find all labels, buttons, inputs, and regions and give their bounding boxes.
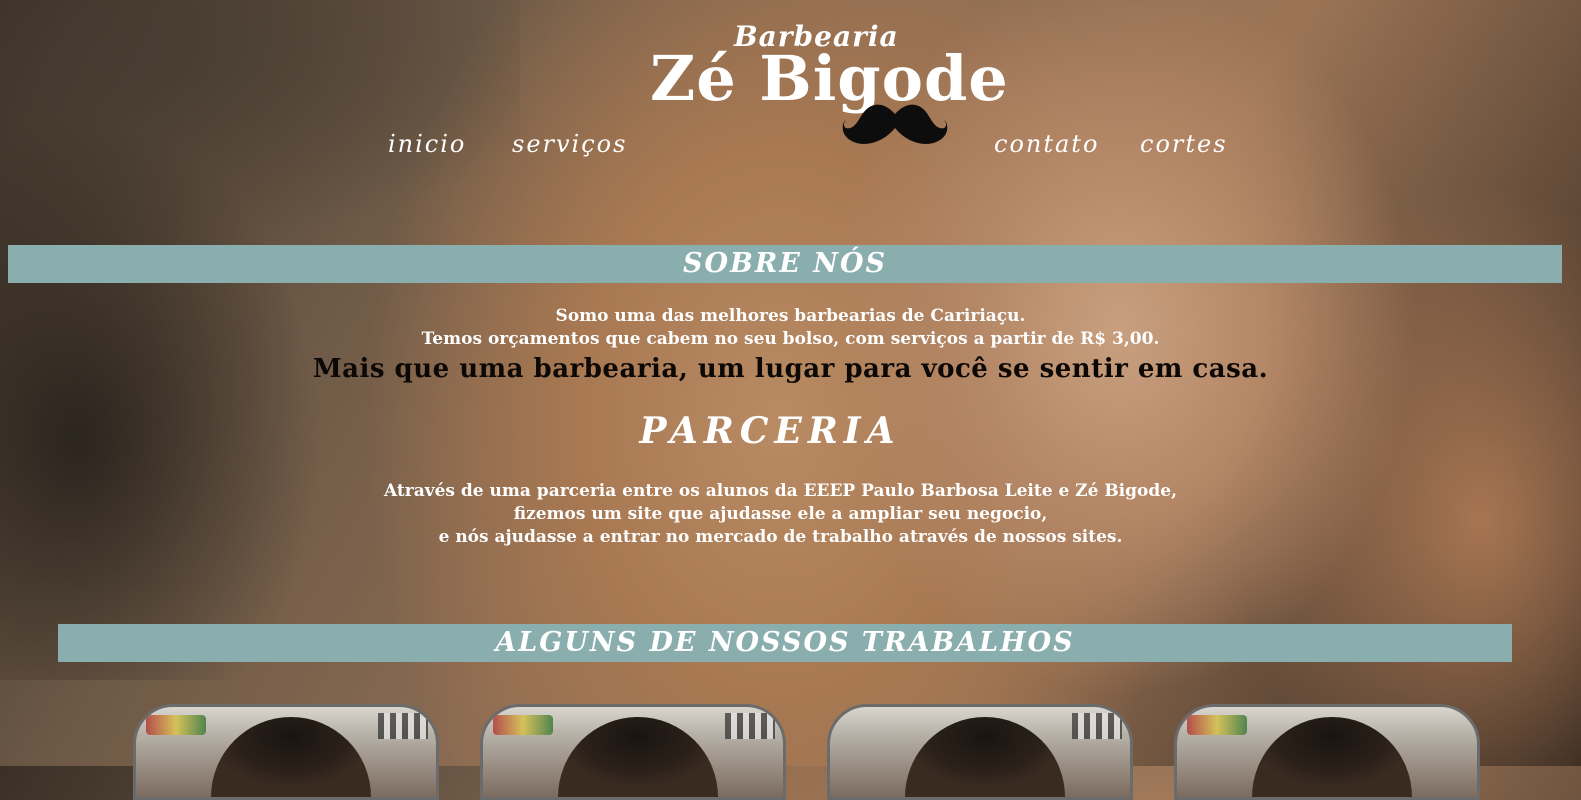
thumbnail-background bbox=[378, 713, 428, 739]
haircut-photo bbox=[905, 717, 1065, 797]
nav-inicio[interactable]: inicio bbox=[388, 130, 466, 158]
partnership-line-1: Através de uma parceria entre os alunos … bbox=[384, 481, 1177, 501]
thumbnail-background bbox=[1072, 713, 1122, 739]
thumbnail-background bbox=[493, 715, 553, 735]
haircut-photo bbox=[1252, 717, 1412, 797]
background-shadow-left bbox=[0, 120, 330, 680]
work-thumbnail-4[interactable] bbox=[1174, 704, 1480, 800]
nav-servicos[interactable]: serviços bbox=[512, 130, 627, 158]
nav-cortes[interactable]: cortes bbox=[1140, 130, 1228, 158]
site-logo[interactable]: Barbearia Zé Bigode bbox=[650, 20, 1008, 155]
mustache-icon bbox=[842, 104, 948, 144]
haircut-photo bbox=[558, 717, 718, 797]
partnership-section: Através de uma parceria entre os alunos … bbox=[0, 480, 1561, 549]
partnership-line-2: fizemos um site que ajudasse ele a ampli… bbox=[513, 504, 1048, 524]
about-heading: SOBRE NÓS bbox=[8, 245, 1562, 283]
about-line-2: Temos orçamentos que cabem no seu bolso,… bbox=[421, 329, 1160, 349]
thumbnail-background bbox=[1187, 715, 1247, 735]
haircut-photo bbox=[211, 717, 371, 797]
thumbnail-background bbox=[725, 713, 775, 739]
work-thumbnail-1[interactable] bbox=[133, 704, 439, 800]
logo-text-main: Zé Bigode bbox=[650, 42, 1009, 115]
site-header: Barbearia Zé Bigode inicio serviços cont… bbox=[0, 0, 1581, 170]
about-line-1: Somo uma das melhores barbearias de Cari… bbox=[555, 306, 1026, 326]
partnership-heading: PARCERIA bbox=[639, 410, 901, 452]
about-section: Somo uma das melhores barbearias de Cari… bbox=[0, 305, 1581, 387]
about-tagline: Mais que uma barbearia, um lugar para vo… bbox=[312, 354, 1269, 384]
partnership-line-3: e nós ajudasse a entrar no mercado de tr… bbox=[438, 527, 1123, 547]
works-heading: ALGUNS DE NOSSOS TRABALHOS bbox=[58, 624, 1512, 662]
work-thumbnail-3[interactable] bbox=[827, 704, 1133, 800]
thumbnail-background bbox=[146, 715, 206, 735]
nav-contato[interactable]: contato bbox=[994, 130, 1099, 158]
work-thumbnail-2[interactable] bbox=[480, 704, 786, 800]
